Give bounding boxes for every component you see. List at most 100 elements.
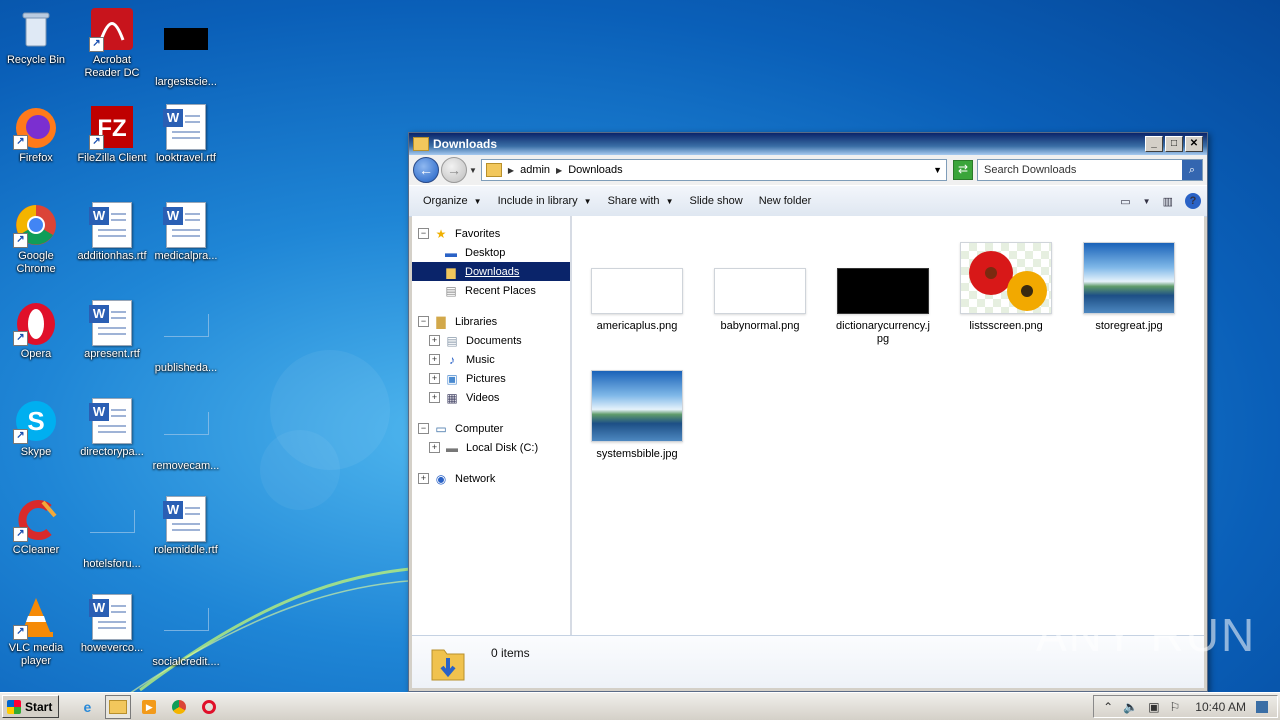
vlc-cone-icon: ↗ [13,594,59,640]
nav-favorites[interactable]: − ★ Favorites [412,224,570,243]
desktop-icon-additionhas[interactable]: W additionhas.rtf [76,202,148,263]
nav-libraries[interactable]: − ▇ Libraries [412,312,570,331]
image-thumbnail [714,268,806,314]
expand-icon[interactable]: + [429,442,440,453]
change-view-icon[interactable]: ▭ [1120,195,1130,208]
desktop-icon-acrobat[interactable]: ↗ Acrobat Reader DC [76,6,148,80]
desktop-icon-hotelsforu[interactable]: hotelsforu... [76,496,148,571]
share-with-button[interactable]: Share with ▼ [608,195,674,207]
desktop-icon-firefox[interactable]: ↗ Firefox [0,104,72,165]
taskbar-internet-explorer[interactable]: e [75,696,99,718]
nav-videos[interactable]: + ▦ Videos [412,388,570,407]
file-item[interactable]: americaplus.png [582,268,692,333]
help-icon[interactable]: ? [1185,193,1201,209]
refresh-button[interactable]: ⇄ [953,160,973,180]
forward-arrow-icon: → [447,162,461,178]
desktop-icon-howeverco[interactable]: W howeverco... [76,594,148,655]
search-icon[interactable]: ⌕ [1182,160,1202,180]
breadcrumb-downloads[interactable]: Downloads [568,164,622,176]
internet-explorer-icon: e [83,698,92,715]
show-hidden-icons-icon[interactable]: ⌃ [1103,700,1113,714]
address-bar[interactable]: ▶ admin ▶ Downloads ▼ [480,159,947,181]
desktop-icon-recycle-bin[interactable]: Recycle Bin [0,6,72,67]
desktop-icon-opera[interactable]: ↗ Opera [0,300,72,361]
start-button[interactable]: Start [2,695,60,718]
collapse-icon[interactable]: − [418,228,429,239]
expand-icon[interactable]: + [429,373,440,384]
new-folder-button[interactable]: New folder [759,195,812,207]
forward-button[interactable]: → [441,157,467,183]
collapse-icon[interactable]: − [418,423,429,434]
desktop-icon-ccleaner[interactable]: ↗ CCleaner [0,496,72,557]
navigation-pane[interactable]: − ★ Favorites ▬ Desktop ▆ Downloads ▤ Recent … [412,216,572,635]
desktop-icon-publisheda[interactable]: publisheda... [150,300,222,375]
desktop-icon-looktravel[interactable]: W looktravel.rtf [150,104,222,165]
desktop-icon-skype[interactable]: S ↗ Skype [0,398,72,459]
view-dropdown-icon[interactable]: ▼ [1143,197,1151,206]
file-item[interactable]: babynormal.png [705,268,815,333]
nav-local-disk[interactable]: + ▬ Local Disk (C:) [412,438,570,457]
refresh-icon: ⇄ [957,162,969,176]
nav-pictures[interactable]: + ▣ Pictures [412,369,570,388]
close-button[interactable]: ✕ [1185,136,1203,152]
nav-network[interactable]: + ◉ Network [412,469,570,488]
desktop-icon-rolemiddle[interactable]: W rolemiddle.rtf [150,496,222,557]
breadcrumb-separator-icon[interactable]: ▶ [508,166,514,175]
organize-button[interactable]: Organize ▼ [423,195,482,207]
word-document-icon: W [163,104,209,150]
desktop-icon-apresent[interactable]: W apresent.rtf [76,300,148,361]
expand-icon[interactable]: + [429,335,440,346]
nav-music[interactable]: + ♪ Music [412,350,570,369]
file-item[interactable]: storegreat.jpg [1074,242,1184,333]
computer-icon: ▭ [435,421,447,436]
explorer-body: − ★ Favorites ▬ Desktop ▆ Downloads ▤ Recent … [412,216,1204,635]
nav-desktop[interactable]: ▬ Desktop [412,243,570,262]
window-titlebar[interactable]: Downloads _ □ ✕ [409,133,1207,155]
search-box[interactable]: Search Downloads ⌕ [977,159,1203,181]
taskbar-explorer[interactable] [105,694,132,719]
show-desktop-button[interactable] [1256,700,1268,713]
minimize-button[interactable]: _ [1145,136,1163,152]
search-input[interactable]: Search Downloads [984,164,1182,176]
recent-pages-dropdown-icon[interactable]: ▼ [469,166,477,175]
network-icon[interactable]: ▣ [1148,700,1159,714]
breadcrumb-separator-icon[interactable]: ▶ [556,166,562,175]
back-button[interactable]: ← [413,157,439,183]
nav-downloads[interactable]: ▆ Downloads [412,262,570,281]
file-item[interactable]: systemsbible.jpg [582,370,692,461]
expand-icon[interactable]: + [418,473,429,484]
desktop-icon-largestscie[interactable]: largestscie... [150,6,222,89]
nav-documents[interactable]: + ▤ Documents [412,331,570,350]
desktop-icon-directorypa[interactable]: W directorypa... [76,398,148,459]
nav-recent-places[interactable]: ▤ Recent Places [412,281,570,300]
desktop-icon-socialcredit[interactable]: socialcredit.... [150,594,222,669]
breadcrumb-admin[interactable]: admin [520,164,550,176]
nav-computer[interactable]: − ▭ Computer [412,419,570,438]
expand-icon[interactable]: + [429,354,440,365]
desktop-icon-vlc[interactable]: ↗ VLC media player [0,594,72,668]
include-in-library-button[interactable]: Include in library ▼ [498,195,592,207]
desktop-icon-filezilla[interactable]: FZ ↗ FileZilla Client [76,104,148,165]
file-list[interactable]: americaplus.png babynormal.png dictionar… [572,216,1204,635]
skype-icon: S ↗ [13,398,59,444]
slide-show-button[interactable]: Slide show [689,195,742,207]
file-item[interactable]: listsscreen.png [951,242,1061,333]
taskbar-chrome[interactable] [167,696,191,718]
expand-icon[interactable]: + [429,392,440,403]
desktop-icon-medicalpra[interactable]: W medicalpra... [150,202,222,263]
taskbar-media-player[interactable]: ▶ [137,696,161,718]
desktop-icon-removecam[interactable]: removecam... [150,398,222,473]
maximize-button[interactable]: □ [1165,136,1183,152]
clock[interactable]: 10:40 AM [1195,700,1246,714]
volume-icon[interactable]: 🔈 [1123,700,1138,714]
desktop-icon-chrome[interactable]: ↗ Google Chrome [0,202,72,276]
action-center-flag-icon[interactable]: ⚐ [1170,700,1181,714]
collapse-icon[interactable]: − [418,316,429,327]
downloads-folder-icon: ▆ [446,264,456,279]
taskbar-opera[interactable] [197,696,221,718]
chevron-down-icon: ▼ [473,197,482,206]
music-icon: ♪ [449,352,455,367]
file-item[interactable]: dictionarycurrency.jpg [828,268,938,346]
preview-pane-icon[interactable]: ▥ [1163,195,1173,208]
address-dropdown-icon[interactable]: ▼ [933,165,942,175]
